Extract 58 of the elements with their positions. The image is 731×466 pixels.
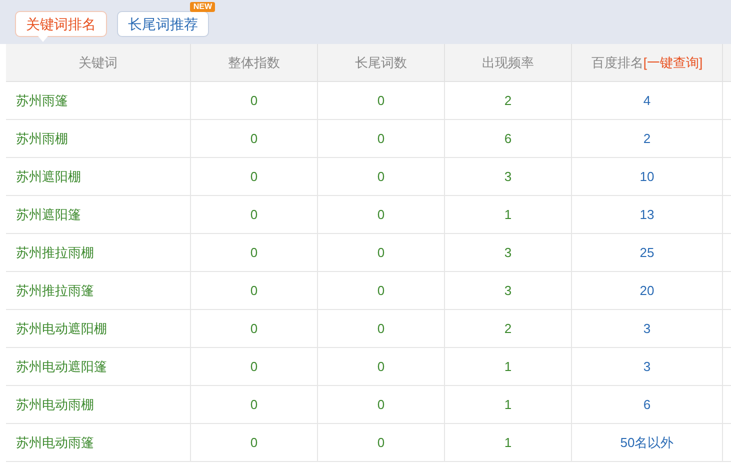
table-cell-text: 6 [504,130,512,148]
table-cell-text: 3 [504,168,512,186]
table-cell-text: 0 [377,358,385,376]
table-cell-text: 0 [377,396,385,414]
table-cell-text: 0 [250,358,258,376]
table-cell-text: 3 [504,244,512,262]
table-cell-text: 0 [250,168,258,186]
table-cell-text: 0 [250,92,258,110]
table-cell-text: 0 [250,396,258,414]
table-cell-text: 0 [377,206,385,224]
table-cell-text: 0 [377,130,385,148]
table-cell-text: 4 [643,92,651,110]
column-title: 关键词 [78,54,118,72]
table-cell-text: 0 [377,282,385,300]
table-cell-text: 2 [504,92,512,110]
table-cell-text: 3 [504,282,512,300]
table-cell-text: 0 [250,282,258,300]
table-cell-text: 2 [643,130,651,148]
table-cell-text: 13 [640,206,654,224]
table-cell-text: 苏州雨棚 [16,130,68,148]
table-cell-text: 0 [250,320,258,338]
table-cell-text: 3 [643,358,651,376]
table-cell-text: 苏州遮阳棚 [16,168,81,186]
table-cell-text: 0 [377,92,385,110]
column-title: 出现频率 [482,54,534,72]
table-cell-text: 20 [640,282,654,300]
table-cell-text: 1 [504,396,512,414]
table-cell-text: 0 [377,434,385,452]
table-cell-text: 0 [377,320,385,338]
table-cell-text: 苏州遮阳篷 [16,206,81,224]
new-badge: NEW [190,2,215,12]
column-title: 长尾词数 [355,54,407,72]
tab[interactable]: 长尾词推荐 [117,11,209,37]
table-cell-text: 50名以外 [620,434,674,452]
table-cell-text: 2 [504,320,512,338]
table-cell-text: 苏州雨篷 [16,92,68,110]
table-cell-text: 0 [377,168,385,186]
table-cell-text: 苏州电动雨棚 [16,396,94,414]
table-cell-text: 6 [643,396,651,414]
table-cell-text: 10 [640,168,654,186]
table-cell-text: 苏州电动雨篷 [16,434,94,452]
table-cell-text: 0 [377,244,385,262]
column-title: 整体指数 [228,54,280,72]
query-link[interactable]: [一键查询] [643,52,703,72]
column-title: 百度排名 [591,54,644,72]
table-cell-text: 1 [504,358,512,376]
table-cell-text: 25 [640,244,654,262]
table-cell-text: 1 [504,206,512,224]
table-cell-text: 苏州推拉雨棚 [16,244,94,262]
table-cell-text: 苏州电动遮阳篷 [16,358,107,376]
table-cell-text: 1 [504,434,512,452]
table-cell-text: 0 [250,206,258,224]
table-cell-text: 苏州推拉雨篷 [16,282,94,300]
table-cell-text: 0 [250,244,258,262]
table-cell-text: 0 [250,130,258,148]
table-cell-text: 3 [643,320,651,338]
table-cell-text: 苏州电动遮阳棚 [16,320,107,338]
table-cell-text: 0 [250,434,258,452]
